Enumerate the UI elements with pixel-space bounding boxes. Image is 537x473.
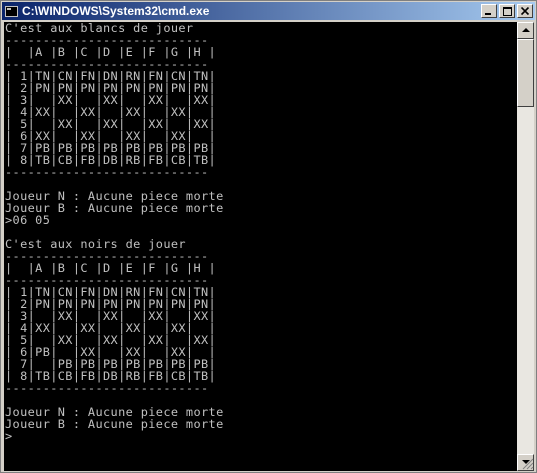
console-window: C:\WINDOWS\System32\cmd.exe C'est aux bl…: [0, 0, 537, 473]
close-button[interactable]: [517, 4, 533, 18]
resize-grip-icon[interactable]: [522, 458, 534, 470]
console-line: ---------------------------: [5, 381, 209, 395]
console-text: C'est aux blancs de jouer --------------…: [4, 22, 517, 442]
scroll-up-button[interactable]: [517, 22, 534, 39]
console-line: >: [5, 429, 13, 443]
close-icon: [521, 7, 530, 16]
window-title: C:\WINDOWS\System32\cmd.exe: [22, 4, 210, 18]
minimize-button[interactable]: [481, 4, 497, 18]
arrow-up-icon: [522, 28, 530, 32]
maximize-icon: [503, 7, 512, 16]
console-line: >06 05: [5, 213, 51, 227]
scrollbar-thumb[interactable]: [517, 39, 534, 107]
minimize-icon: [485, 13, 491, 15]
console-line: Joueur B : Aucune piece morte: [5, 417, 224, 431]
maximize-button[interactable]: [499, 4, 515, 18]
window-controls: [479, 4, 533, 18]
title-bar[interactable]: C:\WINDOWS\System32\cmd.exe: [2, 2, 535, 20]
vertical-scrollbar[interactable]: [517, 22, 534, 471]
console-icon[interactable]: [5, 5, 18, 17]
console-line: ---------------------------: [5, 165, 209, 179]
console-output[interactable]: C'est aux blancs de jouer --------------…: [4, 22, 517, 471]
